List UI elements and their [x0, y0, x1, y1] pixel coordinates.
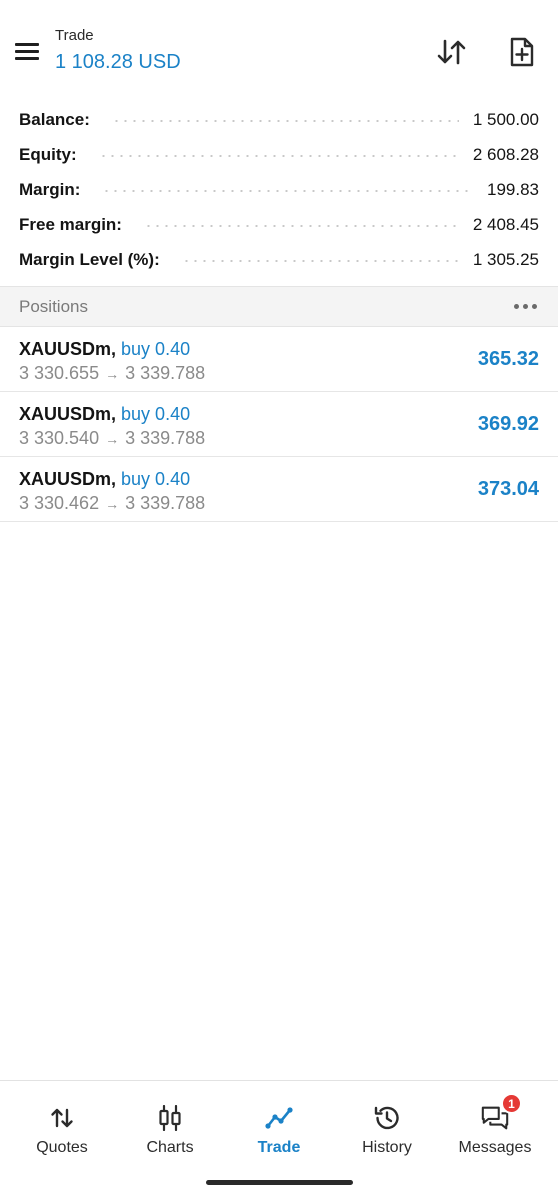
position-symbol: XAUUSDm,: [19, 469, 117, 489]
margin-value: 199.83: [487, 179, 539, 199]
dot-leader: [111, 120, 459, 122]
equity-value: 2 608.28: [472, 144, 539, 164]
equity-row: Equity: 2 608.28: [0, 137, 558, 172]
margin-level-value: 1 305.25: [472, 249, 539, 269]
current-price: 3 339.788: [125, 428, 206, 448]
account-summary: Balance: 1 500.00 Equity: 2 608.28 Margi…: [0, 102, 558, 277]
dot-leader: [143, 225, 459, 227]
position-side: buy 0.40: [121, 469, 191, 489]
position-prices: 3 330.462 → 3 339.788: [19, 492, 205, 515]
quotes-arrows-icon: [47, 1105, 77, 1131]
nav-charts[interactable]: Charts: [115, 1081, 225, 1171]
home-indicator[interactable]: [206, 1180, 353, 1185]
position-symbol: XAUUSDm,: [19, 404, 117, 424]
balance-row: Balance: 1 500.00: [0, 102, 558, 137]
nav-history[interactable]: History: [332, 1081, 442, 1171]
top-app-bar: Trade 1 108.28 USD: [0, 0, 558, 98]
messages-chat-icon: 1: [480, 1093, 522, 1131]
position-row[interactable]: XAUUSDm, buy 0.40 3 330.655 → 3 339.788 36…: [0, 327, 558, 392]
position-profit: 373.04: [477, 478, 539, 500]
margin-level-label: Margin Level (%):: [19, 249, 160, 269]
position-row[interactable]: XAUUSDm, buy 0.40 3 330.462 → 3 339.788 37…: [0, 457, 558, 522]
position-title: XAUUSDm, buy 0.40: [19, 338, 190, 360]
free-margin-label: Free margin:: [19, 214, 122, 234]
title-block: Trade 1 108.28 USD: [55, 26, 181, 75]
positions-label: Positions: [19, 296, 88, 316]
position-title: XAUUSDm, buy 0.40: [19, 468, 190, 490]
new-order-icon[interactable]: [504, 34, 540, 70]
open-price: 3 330.462: [19, 493, 100, 513]
positions-section-header: Positions: [0, 286, 558, 327]
nav-quotes[interactable]: Quotes: [7, 1081, 117, 1171]
nav-messages-label: Messages: [458, 1139, 532, 1156]
page-title: Trade: [55, 27, 94, 44]
history-clock-icon: [372, 1105, 402, 1131]
dot-leader: [98, 155, 459, 157]
position-symbol: XAUUSDm,: [19, 339, 117, 359]
position-side: buy 0.40: [121, 339, 191, 359]
more-options-icon[interactable]: [514, 304, 537, 309]
position-profit: 365.32: [477, 348, 539, 370]
open-price: 3 330.655: [19, 363, 100, 383]
current-price: 3 339.788: [125, 493, 206, 513]
position-side: buy 0.40: [121, 404, 191, 424]
equity-label: Equity:: [19, 144, 77, 164]
position-profit: 369.92: [477, 413, 539, 435]
dot-leader: [181, 260, 459, 262]
candlestick-icon: [155, 1105, 185, 1131]
hamburger-menu-icon[interactable]: [10, 34, 44, 68]
trade-line-icon: [264, 1105, 294, 1131]
free-margin-value: 2 408.45: [472, 214, 539, 234]
open-price: 3 330.540: [19, 428, 100, 448]
positions-list: XAUUSDm, buy 0.40 3 330.655 → 3 339.788 36…: [0, 327, 558, 522]
nav-history-label: History: [362, 1139, 412, 1156]
dot-leader: [102, 190, 473, 192]
nav-charts-label: Charts: [146, 1139, 194, 1156]
price-arrow: →: [105, 366, 120, 382]
position-prices: 3 330.655 → 3 339.788: [19, 362, 205, 385]
margin-level-row: Margin Level (%): 1 305.25: [0, 242, 558, 277]
account-profit: 1 108.28 USD: [55, 51, 181, 73]
nav-trade-label: Trade: [257, 1139, 301, 1156]
position-title: XAUUSDm, buy 0.40: [19, 403, 190, 425]
margin-row: Margin: 199.83: [0, 172, 558, 207]
notification-badge: 1: [501, 1093, 522, 1114]
price-arrow: →: [105, 496, 120, 512]
balance-label: Balance:: [19, 109, 90, 129]
margin-label: Margin:: [19, 179, 81, 199]
nav-quotes-label: Quotes: [36, 1139, 88, 1156]
position-row[interactable]: XAUUSDm, buy 0.40 3 330.540 → 3 339.788 36…: [0, 392, 558, 457]
price-arrow: →: [105, 431, 120, 447]
balance-value: 1 500.00: [472, 109, 539, 129]
nav-trade[interactable]: Trade: [224, 1081, 334, 1171]
nav-messages[interactable]: 1 Messages: [440, 1081, 550, 1171]
position-prices: 3 330.540 → 3 339.788: [19, 427, 205, 450]
free-margin-row: Free margin: 2 408.45: [0, 207, 558, 242]
sort-arrows-icon[interactable]: [434, 34, 470, 70]
current-price: 3 339.788: [125, 363, 206, 383]
